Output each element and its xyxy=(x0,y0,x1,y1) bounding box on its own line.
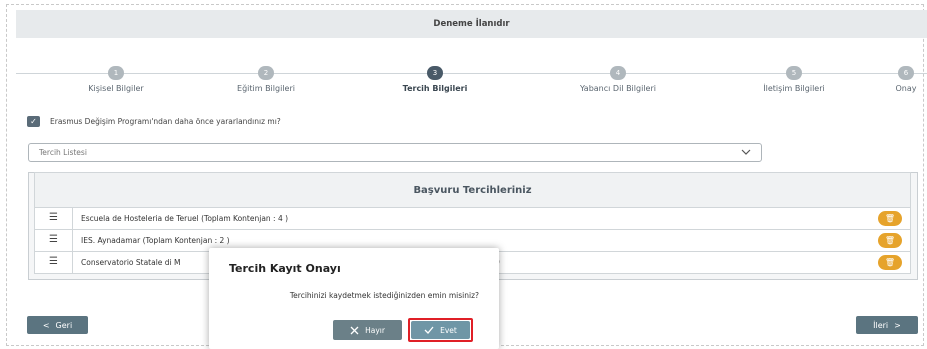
back-label: Geri xyxy=(55,320,73,330)
yes-button[interactable]: Evet xyxy=(411,321,470,339)
no-label: Hayır xyxy=(365,325,385,335)
table-row: ☰ Escuela de Hosteleria de Teruel (Topla… xyxy=(34,208,911,230)
step-number: 2 xyxy=(258,66,274,80)
step-number: 3 xyxy=(427,66,443,80)
close-icon xyxy=(350,326,359,335)
next-button[interactable]: İleri > xyxy=(856,316,918,334)
erasmus-checkbox[interactable]: ✓ xyxy=(27,116,40,127)
step-approval[interactable]: 6 Onay xyxy=(886,66,926,93)
chevron-right-icon: > xyxy=(894,320,901,330)
select-placeholder: Tercih Listesi xyxy=(39,148,87,157)
step-number: 6 xyxy=(898,66,914,80)
banner-title: Deneme İlanıdır xyxy=(433,19,510,29)
delete-button[interactable]: 🗑 xyxy=(878,255,902,270)
step-number: 1 xyxy=(108,66,124,80)
erasmus-question: ✓ Erasmus Değişim Programı'ndan daha önc… xyxy=(27,116,281,127)
step-language[interactable]: 4 Yabancı Dil Bilgileri xyxy=(548,66,688,93)
step-personal[interactable]: 1 Kişisel Bilgiler xyxy=(46,66,186,93)
preference-name: IES. Aynadamar (Toplam Kontenjan : 2 ) xyxy=(81,236,230,245)
preference-name: Conservatorio Statale di M xyxy=(81,258,181,267)
trash-icon: 🗑 xyxy=(884,236,896,245)
step-contact[interactable]: 5 İletişim Bilgileri xyxy=(724,66,864,93)
erasmus-label: Erasmus Değişim Programı'ndan daha önce … xyxy=(50,117,281,126)
step-number: 4 xyxy=(610,66,626,80)
back-button[interactable]: < Geri xyxy=(27,316,88,334)
chevron-left-icon: < xyxy=(42,320,50,330)
no-button[interactable]: Hayır xyxy=(333,320,402,340)
drag-handle-icon[interactable]: ☰ xyxy=(35,230,73,251)
step-label: Tercih Bilgileri xyxy=(402,84,468,93)
chevron-down-icon xyxy=(741,147,751,157)
table-header: Başvuru Tercihleriniz xyxy=(34,172,911,208)
preference-name: Escuela de Hosteleria de Teruel (Toplam … xyxy=(81,214,289,223)
dialog-message: Tercihinizi kaydetmek istediğinizden emi… xyxy=(289,291,479,300)
table-title: Başvuru Tercihleriniz xyxy=(413,184,532,196)
trash-icon: 🗑 xyxy=(884,258,896,267)
next-label: İleri xyxy=(873,320,889,330)
yes-label: Evet xyxy=(440,325,457,335)
confirm-dialog: Tercih Kayıt Onayı Tercihinizi kaydetmek… xyxy=(209,248,499,349)
drag-handle-icon[interactable]: ☰ xyxy=(35,252,73,273)
drag-handle-icon[interactable]: ☰ xyxy=(35,208,73,229)
step-label: Eğitim Bilgileri xyxy=(237,84,295,93)
step-education[interactable]: 2 Eğitim Bilgileri xyxy=(196,66,336,93)
delete-button[interactable]: 🗑 xyxy=(878,233,902,248)
step-label: Onay xyxy=(895,84,917,93)
trash-icon: 🗑 xyxy=(884,214,896,223)
check-icon xyxy=(424,326,434,334)
delete-button[interactable]: 🗑 xyxy=(878,211,902,226)
wizard-stepper: 1 Kişisel Bilgiler 2 Eğitim Bilgileri 3 … xyxy=(0,64,927,104)
step-label: Yabancı Dil Bilgileri xyxy=(580,84,656,93)
step-preferences[interactable]: 3 Tercih Bilgileri xyxy=(365,66,505,93)
step-number: 5 xyxy=(786,66,802,80)
preference-list-select[interactable]: Tercih Listesi xyxy=(28,143,762,162)
check-icon: ✓ xyxy=(30,117,37,126)
dialog-title: Tercih Kayıt Onayı xyxy=(229,262,341,275)
step-label: İletişim Bilgileri xyxy=(763,84,825,93)
step-label: Kişisel Bilgiler xyxy=(88,84,144,93)
announcement-banner: Deneme İlanıdır xyxy=(16,10,927,38)
